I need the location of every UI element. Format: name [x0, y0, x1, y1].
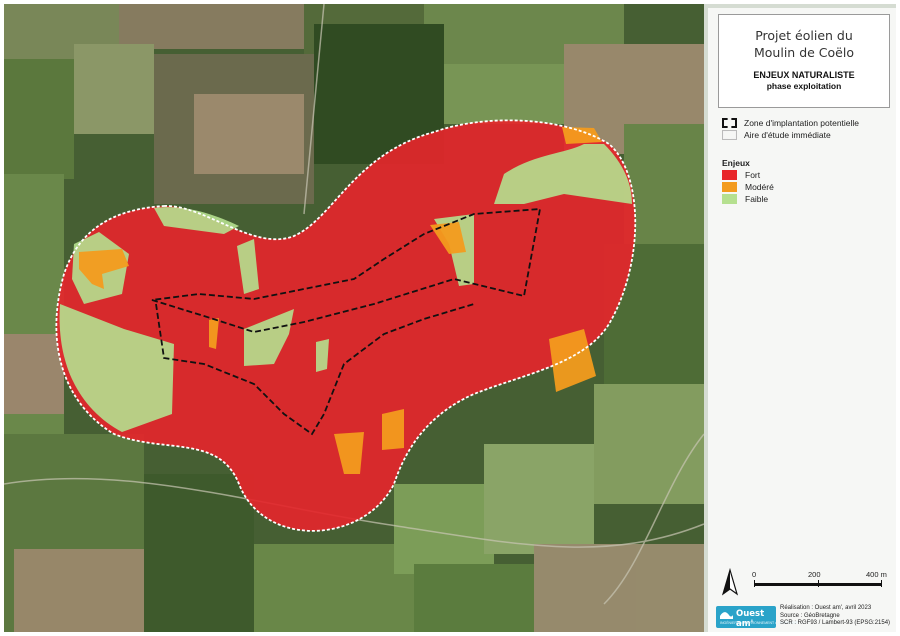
- dashed-black-box-icon: [722, 118, 737, 128]
- scale-label-0: 0: [752, 570, 757, 579]
- title-box: Projet éolien du Moulin de Coëlo ENJEUX …: [718, 14, 890, 108]
- credits-line-1: Réalisation : Ouest am', avril 2023: [780, 605, 872, 611]
- legend-label-fort: Fort: [745, 170, 761, 180]
- map-frame: Projet éolien du Moulin de Coëlo ENJEUX …: [0, 0, 900, 636]
- dashed-white-box-icon: [722, 130, 737, 140]
- legend-label-faible: Faible: [745, 194, 769, 204]
- legend-item-modere: Modéré: [722, 182, 774, 192]
- wave-logo-icon: [720, 610, 733, 619]
- legend-item-faible: Faible: [722, 194, 768, 204]
- credits: Réalisation : Ouest am', avril 2023 Sour…: [780, 605, 890, 628]
- legend-zip-label: Zone d'implantation potentielle: [744, 118, 860, 128]
- scale-tick-200: [818, 580, 819, 587]
- company-logo: Ouest am' INGÉNIERIE • ENVIRONNEMENT • U…: [716, 606, 798, 629]
- map-title: Projet éolien du Moulin de Coëlo: [719, 27, 889, 61]
- swatch-fort: [722, 170, 737, 180]
- legend-aei-label: Aire d'étude immédiate: [744, 130, 831, 140]
- scale-bar: 0 200 400 m: [748, 570, 888, 600]
- title-line-1: Projet éolien du: [755, 28, 853, 43]
- swatch-modere: [722, 182, 737, 192]
- map-area[interactable]: Projet éolien du Moulin de Coëlo ENJEUX …: [4, 4, 896, 632]
- legend-label-modere: Modéré: [745, 182, 774, 192]
- credits-line-3: SCR : RGF93 / Lambert-93 (EPSG:2154): [780, 620, 891, 627]
- legend-panel: Projet éolien du Moulin de Coëlo ENJEUX …: [708, 8, 896, 632]
- title-line-2: Moulin de Coëlo: [754, 45, 854, 60]
- legend-zip: Zone d'implantation potentielle: [722, 118, 859, 128]
- north-arrow-icon: [720, 568, 740, 598]
- map-subtitle-2: phase exploitation: [766, 81, 842, 91]
- scale-tick-400: [881, 580, 882, 587]
- logo-name: Ouest am': [736, 609, 765, 629]
- swatch-faible: [722, 194, 737, 204]
- map-subtitle: ENJEUX NATURALISTE: [753, 70, 855, 80]
- legend-heading: Enjeux: [722, 158, 750, 168]
- scale-label-400: 400 m: [866, 570, 887, 579]
- legend-aei: Aire d'étude immédiate: [722, 130, 831, 140]
- legend-item-fort: Fort: [722, 170, 760, 180]
- scale-label-200: 200: [808, 570, 821, 579]
- credits-line-2: Source : GéoBretagne: [780, 612, 840, 619]
- scale-tick-0: [754, 580, 755, 587]
